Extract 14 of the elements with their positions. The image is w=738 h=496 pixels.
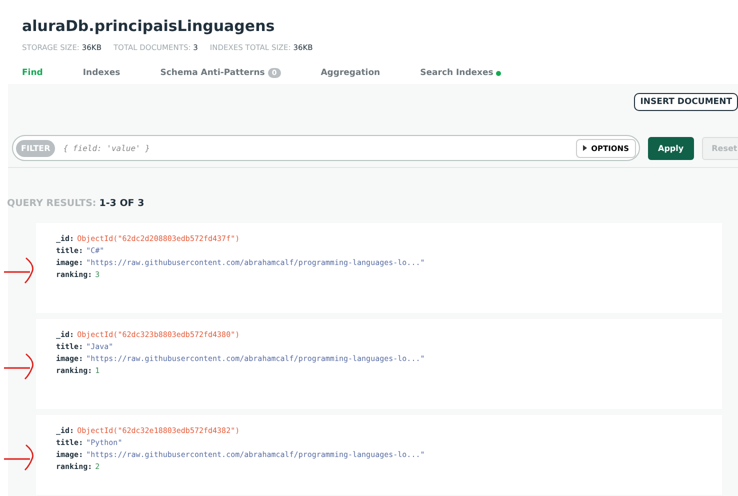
results-label: QUERY RESULTS: <box>7 198 96 209</box>
apply-button[interactable]: Apply <box>648 136 694 160</box>
tab[interactable]: Indexes <box>82 68 120 78</box>
caret-icon <box>583 145 588 151</box>
hand-drawn-arrow-icon <box>2 351 36 381</box>
hand-drawn-arrow-icon <box>2 442 36 472</box>
collection-title: aluraDb.principaisLinguagens <box>22 17 275 35</box>
tab[interactable]: Find <box>22 68 43 78</box>
results-count: 1-3 OF 3 <box>99 198 144 209</box>
filter-label: FILTER <box>16 140 56 156</box>
hand-drawn-arrow-icon <box>2 255 36 285</box>
tab[interactable]: Aggregation <box>320 68 380 78</box>
tab[interactable]: Search Indexes <box>420 68 502 78</box>
insert-document-button[interactable]: INSERT DOCUMENT <box>634 93 738 111</box>
